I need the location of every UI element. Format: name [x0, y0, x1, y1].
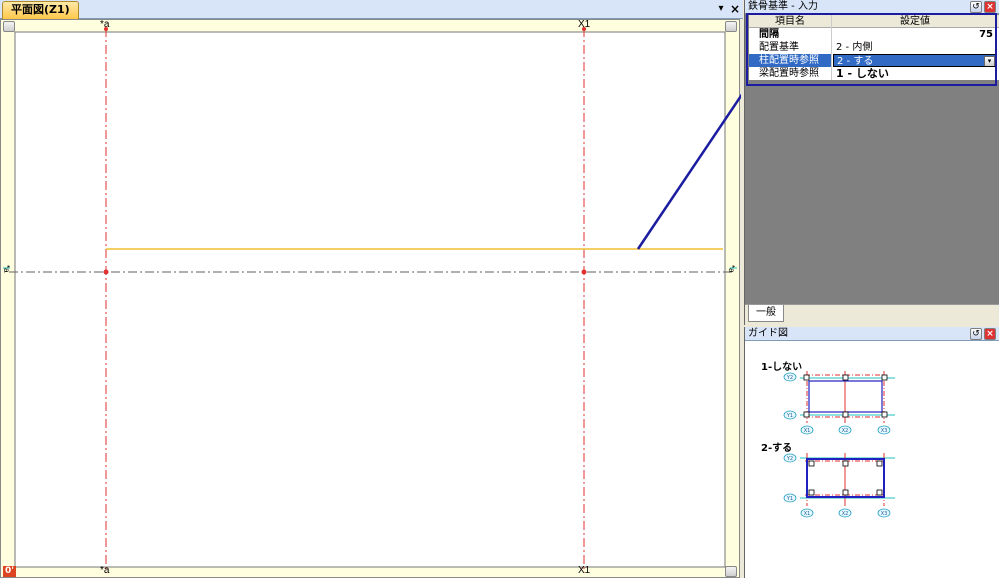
tab-general[interactable]: 一般 — [748, 305, 784, 322]
guide-diagram: Y2 Y1 X1 X2 X3 Y2 Y1 X1 X2 X3 — [783, 371, 895, 518]
grid-label-col-a-top: *a — [100, 19, 110, 30]
property-value-dropdown[interactable]: 2 - する ▾ — [833, 54, 997, 67]
plan-view-canvas[interactable]: *a X1 *a X1 *a *a — [0, 19, 741, 578]
corner-button-top-left[interactable] — [3, 21, 15, 32]
grid-label-col-x1-top: X1 — [578, 19, 591, 30]
property-value[interactable]: 2 - 内側 — [833, 41, 997, 54]
grid-intersection-x1[interactable] — [581, 269, 587, 275]
plan-drawing[interactable] — [1, 20, 741, 578]
guide-diagram-option-1 — [783, 371, 895, 435]
header-setting-value: 設定値 — [900, 16, 930, 27]
panel-title-text: 鉄骨基準 - 入力 — [748, 1, 818, 12]
property-row-column-reference[interactable]: 柱配置時参照 2 - する ▾ — [749, 54, 999, 67]
property-value[interactable]: 75 — [833, 28, 997, 41]
close-icon[interactable]: × — [984, 1, 996, 13]
guide-axis-x2-2: X2 — [842, 511, 849, 517]
dropdown-selected-value: 2 - する — [837, 56, 874, 67]
chevron-down-icon[interactable]: ▾ — [715, 2, 727, 16]
plan-tab-bar: 平面図(Z1) ▾ × — [0, 0, 743, 19]
guide-axis-y2-1: Y2 — [786, 375, 793, 381]
chevron-down-icon[interactable]: ▾ — [984, 56, 995, 66]
guide-axis-y1-1: Y1 — [786, 413, 793, 419]
guide-axis-x1-2: X1 — [804, 511, 811, 517]
close-icon[interactable]: × — [729, 2, 741, 16]
property-name: 柱配置時参照 — [749, 54, 832, 67]
guide-diagram-panel: ガイド図 ↺ × 1-しない 2-する Y2 Y1 X1 X2 X3 Y2 Y1… — [744, 327, 999, 578]
corner-button-bottom-right[interactable] — [725, 566, 737, 577]
property-grid-header: 項目名 設定値 — [749, 15, 999, 28]
origin-badge: 0' — [3, 566, 17, 577]
panel-tab-strip: 一般 — [745, 304, 999, 325]
property-row-spacing[interactable]: 間隔 75 — [749, 28, 999, 41]
undock-icon[interactable]: ↺ — [970, 1, 982, 13]
panel-title-guide: ガイド図 ↺ × — [745, 327, 999, 341]
header-item-name: 項目名 — [749, 15, 832, 28]
corner-button-top-right[interactable] — [725, 21, 737, 32]
panel-title-steel-standard: 鉄骨基準 - 入力 ↺ × — [745, 0, 999, 14]
property-name: 間隔 — [749, 28, 832, 41]
guide-diagram-option-2 — [783, 453, 895, 518]
panel-title-text: ガイド図 — [748, 328, 788, 339]
property-row-beam-reference[interactable]: 梁配置時参照 1 - しない — [749, 67, 999, 80]
guide-axis-x3-1: X3 — [881, 428, 888, 434]
drawing-area — [14, 31, 726, 568]
property-grid: 項目名 設定値 間隔 75 配置基準 2 - 内側 柱配置時参照 2 - する … — [749, 15, 999, 80]
property-name: 梁配置時参照 — [749, 67, 832, 80]
property-value[interactable]: 1 - しない — [833, 67, 997, 80]
cad-application: 平面図(Z1) ▾ × *a X1 *a X1 *a *a 0' 鉄骨基準 - … — [0, 0, 999, 578]
guide-axis-x3-2: X3 — [881, 511, 888, 517]
guide-axis-y2-2: Y2 — [786, 456, 793, 462]
grid-label-col-x1-bottom: X1 — [578, 565, 591, 576]
guide-axis-x2-1: X2 — [842, 428, 849, 434]
steel-standard-input-panel: 鉄骨基準 - 入力 ↺ × 項目名 設定値 間隔 75 配置基準 2 - 内側 … — [744, 0, 999, 325]
grid-intersection-a[interactable] — [103, 269, 109, 275]
close-icon[interactable]: × — [984, 328, 996, 340]
property-name: 配置基準 — [749, 41, 832, 54]
guide-axis-y1-2: Y1 — [786, 496, 793, 502]
tab-plan-view[interactable]: 平面図(Z1) — [2, 1, 79, 19]
grid-label-row-left: *a — [2, 265, 11, 273]
grid-label-col-a-bottom: *a — [100, 565, 110, 576]
guide-axis-x1-1: X1 — [804, 428, 811, 434]
property-row-placement-basis[interactable]: 配置基準 2 - 内側 — [749, 41, 999, 54]
grid-label-row-right: *a — [727, 265, 736, 273]
undock-icon[interactable]: ↺ — [970, 328, 982, 340]
